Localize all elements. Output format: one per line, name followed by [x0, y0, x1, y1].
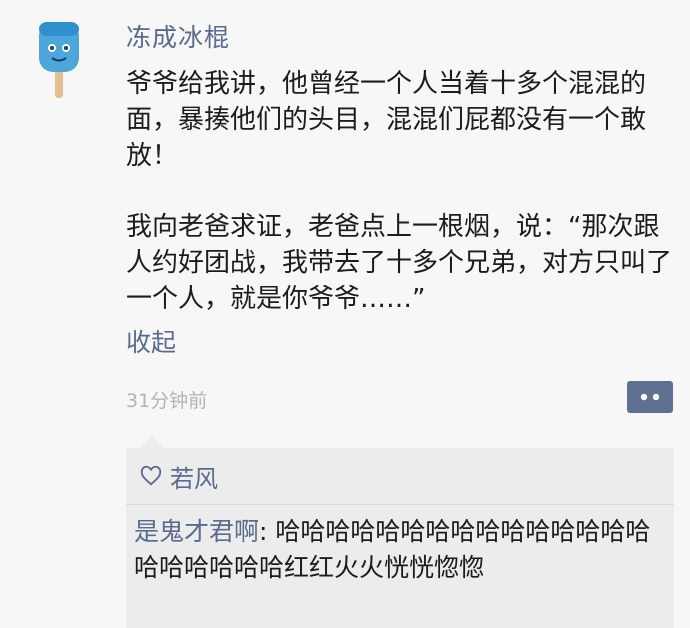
liker-name[interactable]: 若风: [170, 459, 218, 494]
panel-notch: [140, 436, 164, 448]
comment-dots-icon: [627, 381, 673, 413]
comment-separator: :: [259, 517, 276, 546]
post-paragraph: 爷爷给我讲，他曾经一个人当着十多个混混的面，暴揍他们的头目，混混们屁都没有一个敢…: [126, 69, 647, 171]
comment-author[interactable]: 是鬼才君啊: [134, 517, 259, 546]
likes-comments-panel: 若风 是鬼才君啊: 哈哈哈哈哈哈哈哈哈哈哈哈哈哈哈哈哈哈哈哈哈红红火火恍恍惚惚: [126, 436, 674, 628]
comment-item[interactable]: 是鬼才君啊: 哈哈哈哈哈哈哈哈哈哈哈哈哈哈哈哈哈哈哈哈哈红红火火恍恍惚惚: [134, 514, 666, 586]
comment-button[interactable]: [627, 381, 673, 413]
post-author[interactable]: 冻成冰棍: [126, 18, 230, 54]
post-timestamp: 31分钟前: [126, 390, 208, 412]
avatar[interactable]: [38, 20, 82, 100]
post-body: 爷爷给我讲，他曾经一个人当着十多个混混的面，暴揍他们的头目，混混们屁都没有一个敢…: [126, 66, 674, 317]
heart-icon: [140, 465, 162, 487]
post-paragraph: 我向老爸求证，老爸点上一根烟，说：“那次跟人约好团战，我带去了十多个兄弟，对方只…: [126, 212, 673, 314]
likes-row: 若风: [140, 456, 218, 496]
divider: [126, 504, 674, 505]
popsicle-avatar-icon: [39, 22, 79, 98]
collapse-link[interactable]: 收起: [126, 323, 176, 359]
